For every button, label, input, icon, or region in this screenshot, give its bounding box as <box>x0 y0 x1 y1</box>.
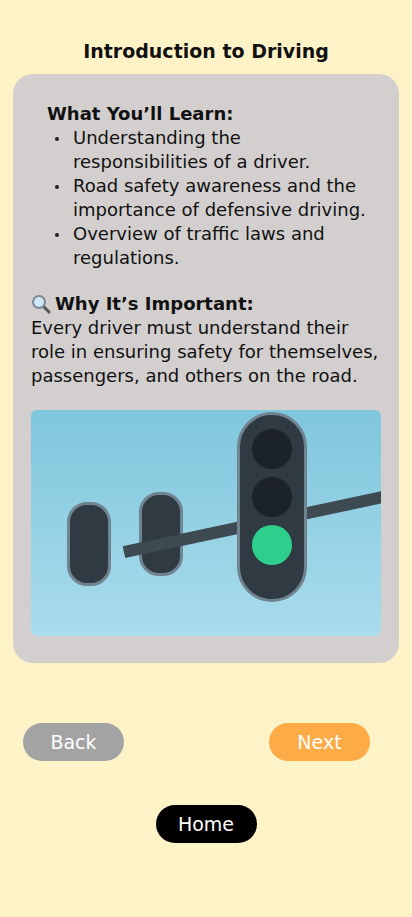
importance-heading: Why It’s Important: <box>31 292 381 316</box>
learn-item: Understanding the responsibilities of a … <box>47 126 381 174</box>
back-button[interactable]: Back <box>23 723 124 761</box>
next-button[interactable]: Next <box>269 723 370 761</box>
importance-section: Why It’s Important:Every driver must und… <box>31 292 381 388</box>
bullet-icon <box>55 233 59 237</box>
learn-item: Road safety awareness and the importance… <box>47 174 381 222</box>
importance-text: Every driver must understand their role … <box>31 316 381 388</box>
lesson-card: What You’ll Learn:Understanding the resp… <box>13 74 399 663</box>
magnifier-icon <box>31 294 51 314</box>
lesson-page: Introduction to Driving What You’ll Learn… <box>0 0 412 917</box>
bullet-icon <box>55 137 59 141</box>
learn-item: Overview of traffic laws and regulations… <box>47 222 381 270</box>
learn-heading: What You’ll Learn: <box>47 102 381 126</box>
home-button[interactable]: Home <box>156 805 257 843</box>
nav-row: Back Next <box>0 663 412 761</box>
traffic-light-photo <box>31 410 381 636</box>
learn-list: Understanding the responsibilities of a … <box>47 126 381 270</box>
bullet-icon <box>55 185 59 189</box>
page-title: Introduction to Driving <box>0 38 412 64</box>
learn-section: What You’ll Learn:Understanding the resp… <box>31 102 381 270</box>
